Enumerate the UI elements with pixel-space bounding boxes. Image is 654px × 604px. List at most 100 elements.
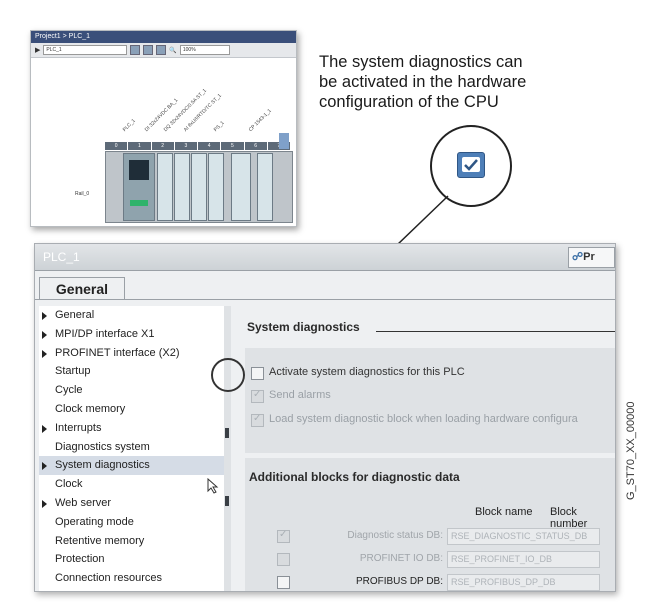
- nav-item-label: MPI/DP interface X1: [55, 327, 155, 340]
- module-label: PLC_1: [121, 117, 137, 133]
- column-header-block-number: Block number: [550, 506, 588, 530]
- section-divider: [376, 331, 615, 332]
- profinet-io-db-field[interactable]: RSE_PROFINET_IO_DB: [447, 551, 600, 568]
- nav-item-general[interactable]: General: [39, 306, 224, 325]
- nav-item-label: Diagnostics system: [55, 440, 150, 453]
- nav-item-diagnostics-system[interactable]: Diagnostics system: [39, 438, 224, 457]
- slot-number: 6: [244, 142, 267, 150]
- module-label: CP 1543-1_1: [247, 107, 273, 133]
- section-title-system-diagnostics: System diagnostics: [247, 320, 360, 334]
- io-module[interactable]: [191, 153, 207, 221]
- properties-button-label: Pr: [583, 251, 595, 263]
- nav-item-label: Operating mode: [55, 515, 134, 528]
- view-icon[interactable]: [156, 45, 167, 55]
- expand-arrow-icon[interactable]: [42, 499, 47, 508]
- tab-strip-divider: [35, 299, 615, 300]
- io-module[interactable]: [174, 153, 190, 221]
- properties-button[interactable]: ☍Pr: [568, 247, 615, 268]
- zoom-icon[interactable]: 🔍: [169, 47, 176, 54]
- expand-arrow-icon[interactable]: [42, 312, 47, 320]
- nav-item-label: Clock memory: [55, 402, 126, 415]
- properties-nav: General MPI/DP interface X1 PROFINET int…: [39, 306, 225, 591]
- hardware-window-title: Project1 > PLC_1: [31, 31, 296, 43]
- column-header-block-name: Block name: [475, 506, 533, 518]
- rail-label: Rail_0: [75, 191, 90, 197]
- nav-item-label: Clock: [55, 478, 83, 491]
- send-alarms-checkbox[interactable]: ✓: [251, 389, 264, 403]
- nav-item-system-diagnostics[interactable]: System diagnostics: [39, 456, 224, 476]
- device-icon[interactable]: ▶: [35, 46, 40, 54]
- tab-general[interactable]: General: [39, 277, 125, 300]
- checked-checkbox-icon: [457, 152, 485, 178]
- profibus-dp-db-label: PROFIBUS DP DB:: [355, 576, 443, 587]
- network-icon[interactable]: [130, 45, 141, 55]
- properties-window: PLC_1 ☍Pr General General MPI/DP interfa…: [34, 243, 616, 592]
- nav-item-interrupts[interactable]: Interrupts: [39, 419, 224, 438]
- nav-item-operating-mode[interactable]: Operating mode: [39, 513, 224, 532]
- expand-arrow-icon[interactable]: [42, 330, 47, 339]
- profibus-dp-db-field[interactable]: RSE_PROFIBUS_DP_DB: [447, 574, 600, 591]
- load-diagnostic-block-checkbox[interactable]: ✓: [251, 413, 264, 427]
- properties-titlebar: PLC_1 ☍Pr: [35, 244, 615, 271]
- cpu-module[interactable]: [123, 153, 155, 221]
- expand-arrow-icon[interactable]: [42, 462, 47, 471]
- properties-icon: ☍: [572, 251, 584, 263]
- nav-item-label: System diagnostics: [55, 459, 150, 472]
- profinet-io-db-checkbox[interactable]: [277, 553, 290, 566]
- nav-item-label: Connection resources: [55, 572, 163, 585]
- nav-item-mpi-dp[interactable]: MPI/DP interface X1: [39, 325, 224, 344]
- nav-item-label: General: [55, 309, 95, 321]
- splitter-grip[interactable]: [225, 428, 229, 438]
- panel-splitter[interactable]: [224, 306, 231, 591]
- additional-blocks-group: Additional blocks for diagnostic data Bl…: [245, 458, 615, 591]
- nav-item-label: Interrupts: [55, 421, 102, 434]
- slot-number: 3: [174, 142, 197, 150]
- hardware-config-panel: Project1 > PLC_1 ▶ PLC_1 🔍 100% PLC_1 DI…: [30, 30, 297, 227]
- rack-icon[interactable]: [143, 45, 154, 55]
- callout-line: The system diagnostics can: [319, 53, 523, 71]
- nav-item-clock-memory[interactable]: Clock memory: [39, 400, 224, 419]
- diagnostic-status-db-checkbox[interactable]: ✓: [277, 529, 290, 543]
- io-module[interactable]: [208, 153, 224, 221]
- slot-number: 4: [198, 142, 221, 150]
- module-label: DI 32x24VDC BA_1: [143, 97, 180, 133]
- power-module[interactable]: [231, 153, 251, 221]
- nav-item-label: PROFINET interface (X2): [55, 346, 180, 359]
- device-select[interactable]: PLC_1: [43, 45, 128, 55]
- slot-number: 5: [221, 142, 244, 150]
- nav-item-startup[interactable]: Startup: [39, 362, 224, 381]
- zoom-select[interactable]: 100%: [179, 45, 230, 55]
- nav-item-retentive-memory[interactable]: Retentive memory: [39, 532, 224, 551]
- callout-line: be activated in the hardware: [319, 73, 527, 91]
- nav-item-label: Retentive memory: [55, 534, 145, 547]
- hardware-toolbar: ▶ PLC_1 🔍 100%: [31, 43, 296, 58]
- nav-item-connection-resources[interactable]: Connection resources: [39, 569, 224, 588]
- nav-item-label: Cycle: [55, 384, 83, 397]
- highlight-circle: [211, 358, 245, 392]
- system-diagnostics-group: Activate system diagnostics for this PLC…: [245, 348, 615, 453]
- nav-item-cycle[interactable]: Cycle: [39, 381, 224, 400]
- nav-item-clock[interactable]: Clock: [39, 475, 224, 494]
- slot-number: 1: [128, 142, 151, 150]
- slot-number: 0: [105, 142, 128, 150]
- nav-item-label: Startup: [55, 365, 91, 378]
- nav-item-web-server[interactable]: Web server: [39, 494, 224, 513]
- selected-slot-marker[interactable]: [279, 133, 289, 149]
- send-alarms-label: Send alarms: [269, 389, 331, 401]
- io-module[interactable]: [157, 153, 173, 221]
- splitter-grip[interactable]: [225, 496, 229, 506]
- load-diagnostic-block-label: Load system diagnostic block when loadin…: [269, 413, 578, 425]
- activate-system-diagnostics-checkbox[interactable]: [251, 367, 264, 380]
- nav-item-protection[interactable]: Protection: [39, 550, 224, 569]
- figure-id: G_ST70_XX_00000: [625, 401, 637, 500]
- profibus-dp-db-checkbox[interactable]: [277, 576, 290, 589]
- section-title-additional-blocks: Additional blocks for diagnostic data: [249, 470, 460, 484]
- mouse-cursor-icon: [207, 478, 219, 494]
- diagnostic-status-db-field[interactable]: RSE_DIAGNOSTIC_STATUS_DB: [447, 528, 600, 545]
- callout-line: configuration of the CPU: [319, 93, 499, 111]
- expand-arrow-icon[interactable]: [42, 349, 47, 358]
- nav-item-profinet[interactable]: PROFINET interface (X2): [39, 344, 224, 363]
- cp-module[interactable]: [257, 153, 273, 221]
- nav-item-label: Web server: [55, 496, 112, 509]
- expand-arrow-icon[interactable]: [42, 424, 47, 433]
